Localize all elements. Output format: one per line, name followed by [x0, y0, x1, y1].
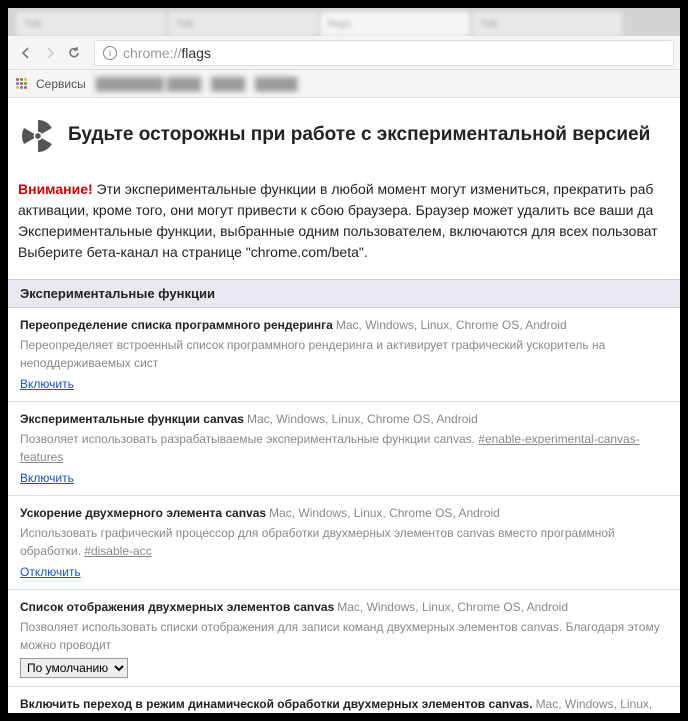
back-button[interactable] [14, 41, 38, 65]
bookmarks-bar: Сервисы ████████ ████ ████ █████ [8, 70, 680, 98]
flag-title: Переопределение списка программного ренд… [20, 318, 333, 332]
tab-strip: Tab Tab flags Tab [8, 8, 680, 36]
page-content: Будьте осторожны при работе с эксперимен… [8, 98, 680, 713]
flag-select[interactable]: По умолчанию [20, 658, 128, 678]
bookmark-item[interactable]: ████ [211, 77, 245, 91]
flags-list: Переопределение списка программного ренд… [8, 308, 680, 713]
forward-button[interactable] [38, 41, 62, 65]
toolbar: i chrome://flags [8, 36, 680, 70]
url-path: flags [181, 45, 211, 61]
flag-description: Переопределяет встроенный список програм… [20, 336, 668, 372]
flag-hash-link[interactable]: #enable-experimental-canvas-features [20, 432, 640, 464]
apps-icon [16, 78, 27, 89]
section-header: Экспериментальные функции [8, 279, 680, 308]
warning-label: Внимание! [18, 181, 93, 197]
browser-tab[interactable]: Tab [168, 12, 318, 36]
flag-platforms: Mac, Windows, Linux, Chrome OS, Android [337, 600, 568, 614]
browser-tab[interactable]: Tab [16, 12, 166, 36]
flag-item: Переопределение списка программного ренд… [8, 308, 680, 402]
flag-title: Экспериментальные функции canvas [20, 412, 244, 426]
flag-item: Список отображения двухмерных элементов … [8, 590, 680, 687]
flag-enable-link[interactable]: Включить [20, 375, 74, 393]
apps-label: Сервисы [36, 77, 86, 91]
flag-item: Ускорение двухмерного элемента canvasMac… [8, 496, 680, 590]
flag-platforms: Mac, Windows, Linux, Chrome OS, Android [247, 412, 478, 426]
site-info-icon[interactable]: i [103, 46, 117, 60]
flag-disable-link[interactable]: Отключить [20, 563, 81, 581]
flag-item: Экспериментальные функции canvasMac, Win… [8, 402, 680, 496]
bookmark-item[interactable]: █████ [255, 77, 298, 91]
warning-header: Будьте осторожны при работе с эксперимен… [8, 98, 680, 175]
flag-description: Позволяет использовать разрабатываемые э… [20, 430, 668, 466]
flag-hash-link[interactable]: #disable-acc [84, 544, 151, 558]
apps-shortcut[interactable]: Сервисы [16, 77, 86, 91]
flag-platforms: Mac, Windows, Linux, Chrome OS, Android [336, 318, 567, 332]
flag-enable-link[interactable]: Включить [20, 469, 74, 487]
warning-body: Эти экспериментальные функции в любой мо… [18, 181, 658, 260]
url-scheme: chrome:// [123, 45, 181, 61]
flag-description: Позволяет использовать списки отображени… [20, 618, 668, 654]
flag-description: Использовать графический процессор для о… [20, 524, 668, 560]
browser-tab[interactable]: Tab [472, 12, 622, 36]
address-bar[interactable]: i chrome://flags [94, 40, 674, 66]
browser-tab-active[interactable]: flags [320, 12, 470, 36]
hazard-icon [18, 116, 58, 161]
flag-platforms: Mac, Windows, Linux, Chrome OS, Android [269, 506, 500, 520]
reload-button[interactable] [62, 41, 86, 65]
flag-title: Список отображения двухмерных элементов … [20, 600, 334, 614]
flag-title: Включить переход в режим динамической об… [20, 697, 533, 711]
warning-text: Внимание! Эти экспериментальные функции … [8, 175, 680, 279]
page-title: Будьте осторожны при работе с эксперимен… [68, 116, 650, 146]
bookmark-item[interactable]: ████████ ████ [96, 77, 201, 91]
browser-window: Tab Tab flags Tab i chrome://flags Серви… [8, 8, 680, 713]
flag-title: Ускорение двухмерного элемента canvas [20, 506, 266, 520]
flag-item: Включить переход в режим динамической об… [8, 687, 680, 713]
